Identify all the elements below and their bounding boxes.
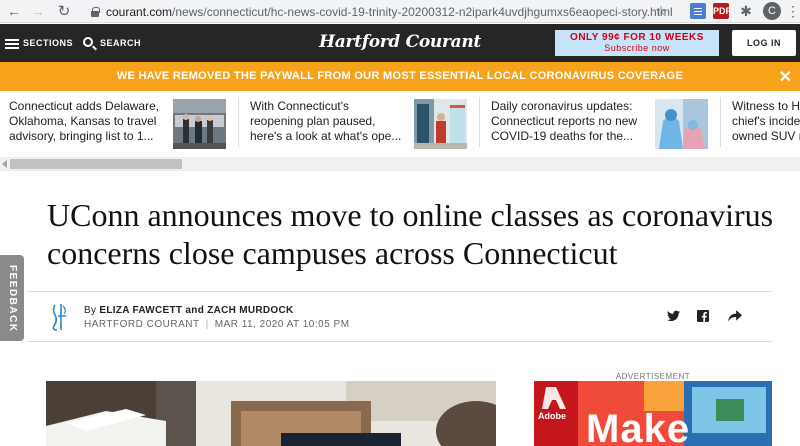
rail-scrollbar[interactable] (0, 157, 800, 171)
rail-story-title: With Connecticut's reopening plan paused,… (250, 99, 402, 143)
lock-icon (90, 6, 100, 17)
scrollbar-thumb[interactable] (10, 159, 182, 169)
headline-rail: Connecticut adds Delaware, Oklahoma, Kans… (0, 91, 800, 157)
author-names[interactable]: ELIZA FAWCETT and ZACH MURDOCK (99, 305, 293, 316)
meta-separator: | (205, 319, 209, 330)
rail-story[interactable]: Daily coronavirus updates: Connecticut re… (491, 99, 713, 151)
advertisement[interactable]: Adobe Make (534, 381, 772, 446)
publish-date: MAR 11, 2020 AT 10:05 PM (214, 319, 350, 330)
rail-story-title: Daily coronavirus updates: Connecticut re… (491, 99, 638, 143)
bookmark-star-icon[interactable]: ☆ (655, 3, 667, 19)
facebook-icon[interactable] (697, 310, 709, 325)
ad-headline: Make (586, 407, 691, 446)
search-icon[interactable] (83, 37, 93, 47)
sections-button[interactable]: SECTIONS (23, 38, 73, 48)
article-lead-photo (46, 381, 496, 446)
address-bar[interactable]: courant.com/news/connecticut/hc-news-cov… (82, 1, 682, 22)
extensions-puzzle-icon[interactable]: ✱ (738, 3, 754, 19)
forward-arrow-icon[interactable]: → (28, 1, 48, 21)
pdf-extension-icon[interactable]: PDF (713, 3, 731, 19)
search-button[interactable]: SEARCH (100, 38, 141, 48)
feedback-label: FEEDBACK (7, 265, 18, 333)
twitter-icon[interactable] (667, 310, 680, 325)
ad-brand: Adobe (538, 411, 566, 421)
browser-toolbar: ← → ↻ courant.com/news/connecticut/hc-ne… (0, 0, 800, 23)
rail-divider (238, 97, 239, 147)
profile-avatar[interactable]: C (763, 2, 781, 20)
byline-section: By ELIZA FAWCETT and ZACH MURDOCK HARTFO… (27, 291, 772, 342)
rail-story[interactable]: Witness to Hchief's incide owned SUV r (732, 99, 800, 151)
article-meta: HARTFORD COURANT | MAR 11, 2020 AT 10:05 P… (84, 319, 350, 330)
url-text: courant.com/news/connecticut/hc-news-cov… (106, 4, 673, 19)
article-headline: UConn announces move to online classes a… (47, 197, 774, 271)
rail-thumbnail (655, 99, 708, 149)
rail-story[interactable]: With Connecticut's reopening plan paused,… (250, 99, 472, 151)
rail-thumbnail (414, 99, 467, 149)
rail-divider (479, 97, 480, 147)
menu-icon[interactable] (5, 39, 19, 41)
subscribe-cta: Subscribe now (604, 43, 670, 53)
subscribe-offer: ONLY 99¢ FOR 10 WEEKS (570, 32, 704, 43)
courant-monogram-icon (49, 302, 69, 332)
site-header: SECTIONS SEARCH Hartford Courant ONLY 99… (0, 24, 800, 62)
browser-menu-icon[interactable]: ⋮ (786, 3, 800, 19)
login-button[interactable]: LOG IN (732, 30, 796, 56)
reload-icon[interactable]: ↻ (54, 1, 74, 21)
publication-name: HARTFORD COURANT (84, 319, 200, 330)
rail-story-title: Connecticut adds Delaware, Oklahoma, Kans… (9, 99, 160, 143)
site-logo[interactable]: Hartford Courant (300, 32, 500, 52)
docs-extension-icon[interactable] (690, 3, 706, 19)
back-arrow-icon[interactable]: ← (4, 1, 24, 21)
subscribe-button[interactable]: ONLY 99¢ FOR 10 WEEKS Subscribe now (555, 30, 719, 56)
share-arrow-icon[interactable] (728, 310, 742, 325)
rail-thumbnail (173, 99, 226, 149)
paywall-banner: WE HAVE REMOVED THE PAYWALL FROM OUR MOS… (0, 62, 800, 91)
rail-story-title: Witness to Hchief's incide owned SUV r (732, 99, 800, 143)
feedback-tab[interactable]: FEEDBACK (0, 255, 24, 341)
rail-story[interactable]: Connecticut adds Delaware, Oklahoma, Kans… (9, 99, 231, 151)
scroll-left-arrow-icon[interactable] (2, 160, 7, 168)
close-icon[interactable]: ✕ (779, 67, 792, 87)
article-byline: By ELIZA FAWCETT and ZACH MURDOCK (84, 305, 294, 316)
advertisement-label: ADVERTISEMENT (615, 372, 691, 381)
rail-divider (720, 97, 721, 147)
banner-text[interactable]: WE HAVE REMOVED THE PAYWALL FROM OUR MOS… (0, 70, 800, 82)
